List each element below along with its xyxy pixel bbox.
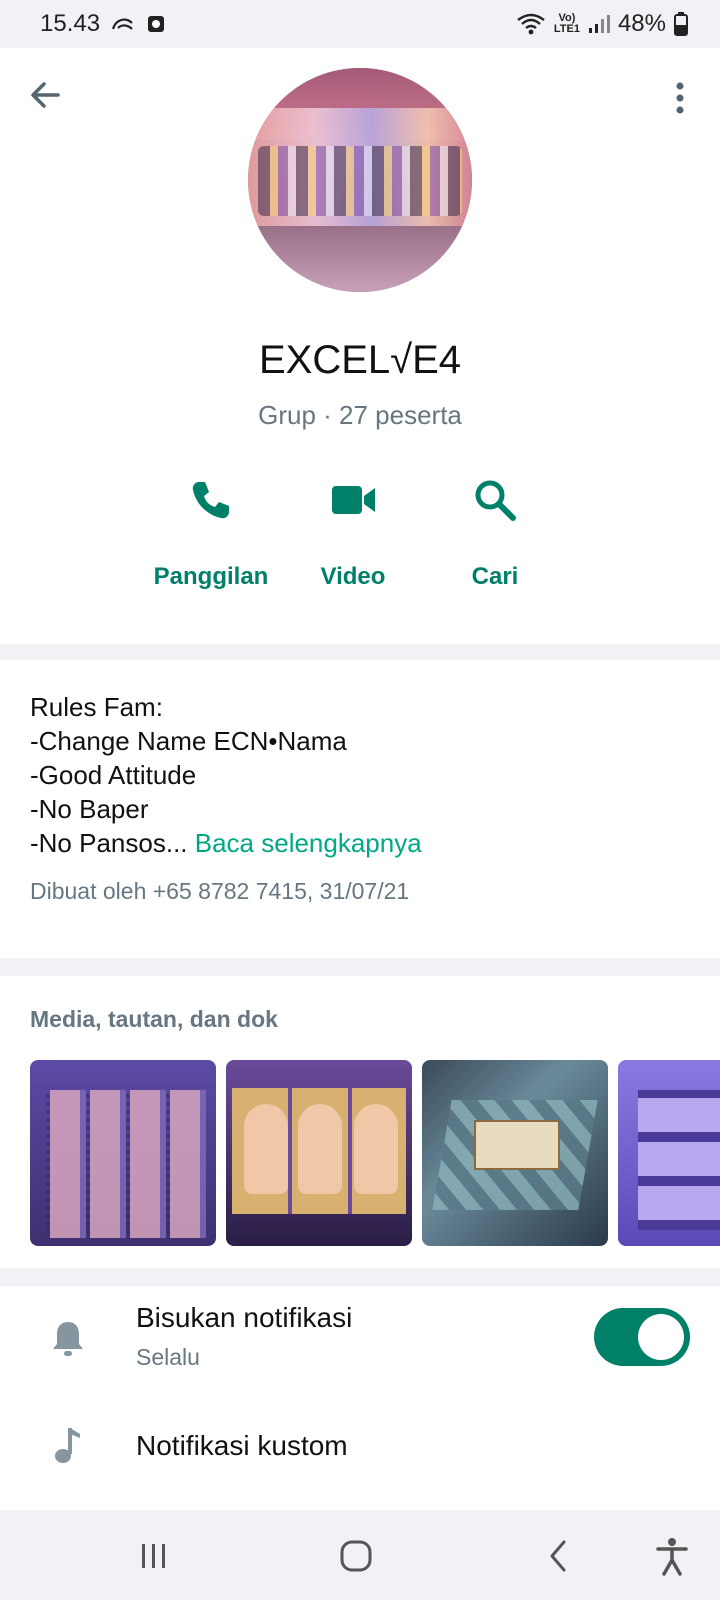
volte-icon: Vo) LTE1	[553, 12, 580, 35]
avatar-blur	[248, 226, 472, 292]
call-button[interactable]: Panggilan	[136, 476, 286, 606]
search-label: Cari	[471, 563, 519, 590]
back-icon[interactable]	[534, 1532, 582, 1580]
thumbnail-figure	[298, 1104, 342, 1194]
toggle-knob	[638, 1314, 684, 1360]
accessibility-icon[interactable]	[648, 1532, 696, 1580]
group-description[interactable]: Rules Fam: -Change Name ECN•Nama -Good A…	[0, 660, 720, 958]
battery-icon	[674, 12, 688, 36]
desc-line: Rules Fam:	[30, 692, 163, 722]
bell-icon	[53, 1322, 83, 1356]
media-thumbnail[interactable]	[226, 1060, 412, 1246]
group-name: EXCEL√E4	[258, 338, 462, 382]
avatar-characters	[258, 146, 462, 216]
group-header: EXCEL√E4 Grup · 27 peserta Panggilan Vid…	[0, 48, 720, 644]
status-bar: 15.43 Vo) LTE1 48%	[0, 0, 720, 48]
more-vert-icon[interactable]	[670, 78, 690, 118]
music-note-icon	[55, 1428, 80, 1463]
desc-line: -Good Attitude	[30, 760, 197, 790]
media-thumbnail[interactable]	[422, 1060, 608, 1246]
video-label: Video	[320, 563, 386, 590]
thumbnail-figure	[244, 1104, 288, 1194]
thumbnail-dialog	[474, 1120, 560, 1170]
thumbnail-content	[46, 1090, 206, 1238]
desc-line: -Change Name ECN•Nama	[30, 726, 347, 756]
media-header[interactable]: Media, tautan, dan dok	[30, 1006, 720, 1033]
wifi-icon	[517, 13, 545, 35]
desc-line: -No Baper	[30, 794, 149, 824]
search-button[interactable]: Cari	[420, 476, 570, 606]
video-button[interactable]: Video	[278, 476, 428, 606]
thumbnail-content	[638, 1090, 720, 1230]
video-icon	[332, 486, 375, 514]
mute-toggle[interactable]	[594, 1308, 690, 1366]
call-label: Panggilan	[153, 563, 269, 590]
group-participants: Grup · 27 peserta	[258, 400, 462, 430]
arrow-left-icon[interactable]	[24, 74, 66, 116]
custom-notifications-row[interactable]: Notifikasi kustom	[0, 1410, 720, 1510]
mute-title: Bisukan notifikasi	[136, 1302, 353, 1333]
search-icon	[475, 480, 516, 521]
read-more-link[interactable]: Baca selengkapnya	[195, 828, 422, 858]
status-time: 15.43	[40, 10, 101, 37]
media-thumbnail[interactable]	[618, 1060, 720, 1246]
desc-line-last: -No Pansos... Baca selengkapnya	[30, 826, 690, 860]
created-by: Dibuat oleh +65 8782 7415, 31/07/21	[30, 878, 410, 904]
battery-percent: 48%	[617, 10, 666, 37]
notification-settings: Bisukan notifikasi Selalu Notifikasi kus…	[0, 1286, 720, 1510]
home-icon[interactable]	[332, 1532, 380, 1580]
recents-icon[interactable]	[130, 1532, 178, 1580]
signal-icon	[588, 15, 610, 33]
phone-icon	[192, 482, 229, 519]
group-avatar[interactable]	[248, 68, 472, 292]
mute-notifications-row[interactable]: Bisukan notifikasi Selalu	[0, 1286, 720, 1386]
alibaba-icon	[112, 18, 133, 30]
desc-truncated: -No Pansos...	[30, 828, 188, 858]
thumbnail-figure	[354, 1104, 398, 1194]
media-thumbnail[interactable]	[30, 1060, 216, 1246]
media-icon	[148, 16, 165, 32]
media-thumbnails	[30, 1060, 720, 1246]
mute-subtitle: Selalu	[136, 1344, 200, 1370]
system-nav-bar	[0, 1510, 720, 1600]
media-section[interactable]: Media, tautan, dan dok	[0, 976, 720, 1268]
custom-notification-title: Notifikasi kustom	[136, 1430, 348, 1461]
